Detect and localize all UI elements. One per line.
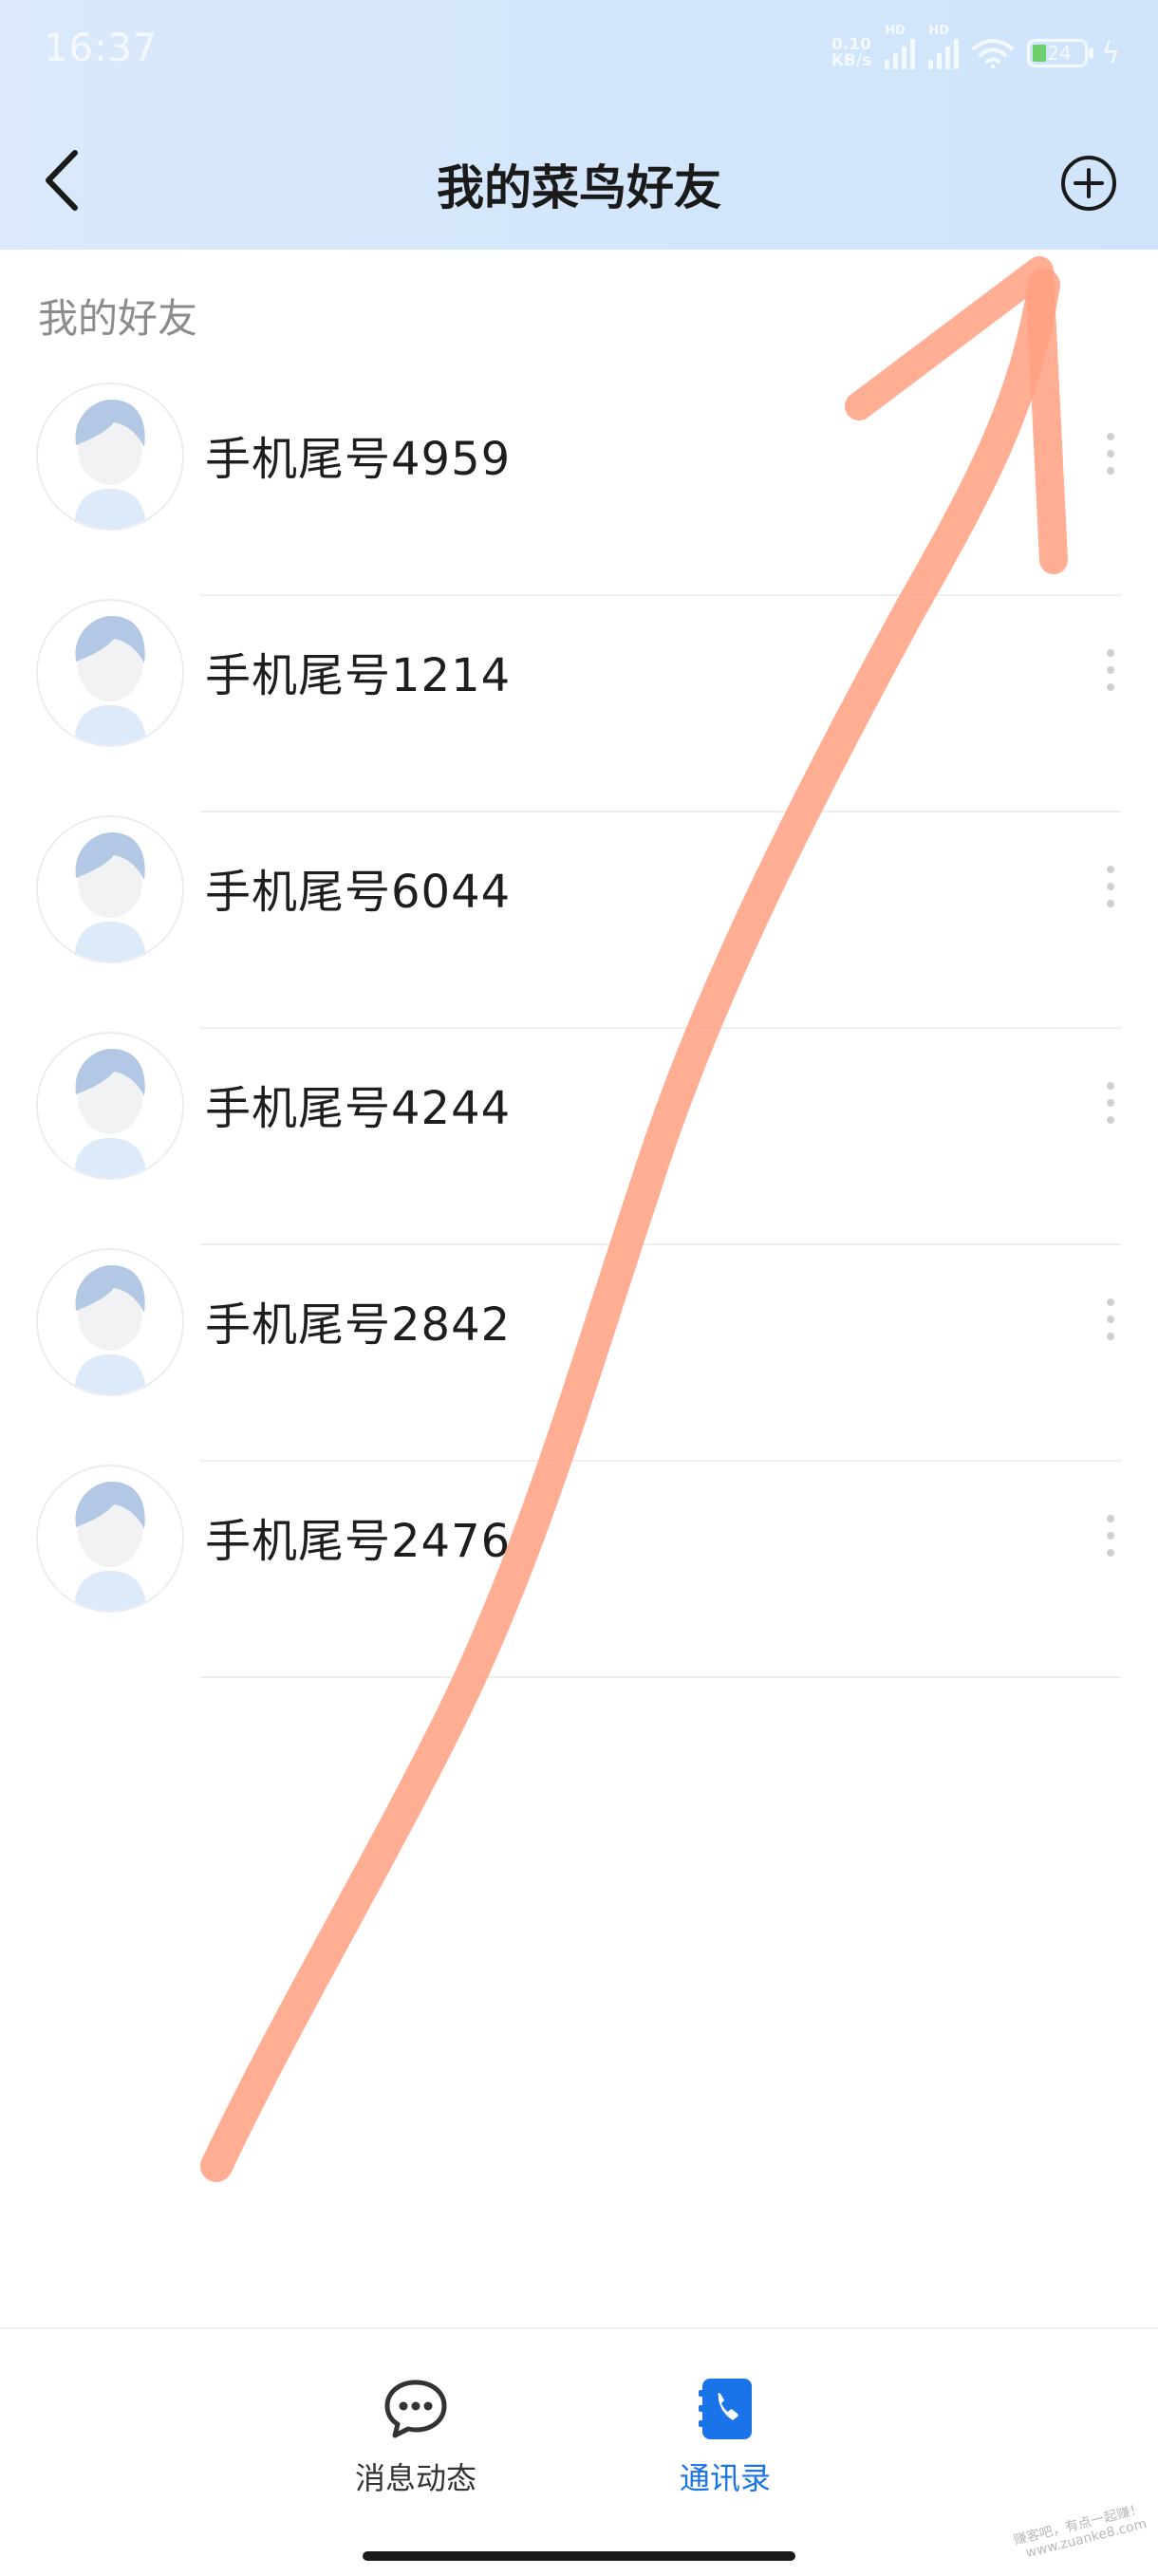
default-avatar-icon [38, 384, 182, 529]
header: 16:37 0.10 KB/s HD HD 24 ϟ 我的菜鸟好友 [0, 0, 1158, 250]
chat-bubble-icon [384, 2380, 447, 2438]
friend-list: 手机尾号4959 手机尾号1214 手机尾号6044 手机尾号4244 手机尾号… [0, 380, 1158, 1678]
default-avatar-icon [38, 1466, 182, 1611]
friend-row[interactable]: 手机尾号4959 [0, 380, 1158, 596]
default-avatar-icon [38, 817, 182, 961]
signal-icon: HD [885, 24, 916, 69]
avatar[interactable] [36, 599, 184, 747]
divider [199, 1676, 1122, 1678]
friend-row[interactable]: 手机尾号2476 [0, 1462, 1158, 1678]
avatar[interactable] [36, 383, 184, 531]
plus-circle-icon [1061, 156, 1116, 211]
signal-icon-2: HD [928, 24, 960, 69]
more-vertical-icon [1107, 649, 1114, 691]
page-title: 我的菜鸟好友 [437, 160, 721, 215]
friend-name: 手机尾号2842 [205, 1298, 512, 1352]
hd-label: HD [885, 24, 906, 38]
battery-icon: 24 [1027, 39, 1094, 67]
battery-level: 24 [1047, 42, 1072, 65]
tab-contacts[interactable]: 通讯录 [630, 2375, 820, 2498]
default-avatar-icon [38, 1250, 182, 1394]
hd-label-2: HD [928, 24, 949, 38]
avatar[interactable] [36, 1032, 184, 1180]
more-options-button[interactable] [1101, 649, 1120, 691]
tab-messages[interactable]: 消息动态 [321, 2375, 511, 2498]
tab-contacts-label: 通讯录 [679, 2460, 771, 2496]
charging-icon: ϟ [1101, 36, 1120, 70]
friend-name: 手机尾号1214 [205, 649, 512, 702]
friend-name: 手机尾号2476 [205, 1515, 512, 1568]
friend-row[interactable]: 手机尾号6044 [0, 812, 1158, 1029]
section-label: 我的好友 [38, 295, 198, 342]
more-vertical-icon [1107, 1515, 1114, 1557]
avatar[interactable] [36, 1248, 184, 1396]
more-options-button[interactable] [1101, 866, 1120, 907]
friend-name: 手机尾号6044 [205, 866, 512, 919]
nav-bar: 我的菜鸟好友 [0, 123, 1158, 237]
status-bar: 16:37 0.10 KB/s HD HD 24 ϟ [0, 0, 1158, 104]
home-indicator[interactable] [363, 2551, 795, 2561]
more-options-button[interactable] [1101, 1298, 1120, 1340]
more-vertical-icon [1107, 433, 1114, 475]
wifi-icon [972, 39, 1015, 69]
avatar[interactable] [36, 815, 184, 963]
avatar[interactable] [36, 1465, 184, 1613]
net-speed-unit: KB/s [831, 51, 872, 70]
more-options-button[interactable] [1101, 1082, 1120, 1124]
phone-book-icon [699, 2379, 752, 2439]
more-options-button[interactable] [1101, 1515, 1120, 1557]
add-friend-button[interactable] [1057, 152, 1120, 215]
status-icons: 0.10 KB/s HD HD 24 ϟ [831, 24, 1120, 80]
friend-row[interactable]: 手机尾号4244 [0, 1029, 1158, 1245]
net-speed: 0.10 KB/s [831, 37, 871, 69]
default-avatar-icon [38, 601, 182, 745]
friend-row[interactable]: 手机尾号2842 [0, 1245, 1158, 1462]
friend-name: 手机尾号4244 [205, 1082, 512, 1135]
friend-name: 手机尾号4959 [205, 433, 512, 486]
bottom-nav: 消息动态 通讯录 [0, 2327, 1158, 2576]
more-options-button[interactable] [1101, 433, 1120, 475]
more-vertical-icon [1107, 1082, 1114, 1124]
friend-row[interactable]: 手机尾号1214 [0, 596, 1158, 812]
more-vertical-icon [1107, 866, 1114, 907]
tab-messages-label: 消息动态 [354, 2460, 476, 2496]
more-vertical-icon [1107, 1298, 1114, 1340]
status-time: 16:37 [44, 27, 159, 70]
default-avatar-icon [38, 1034, 182, 1178]
